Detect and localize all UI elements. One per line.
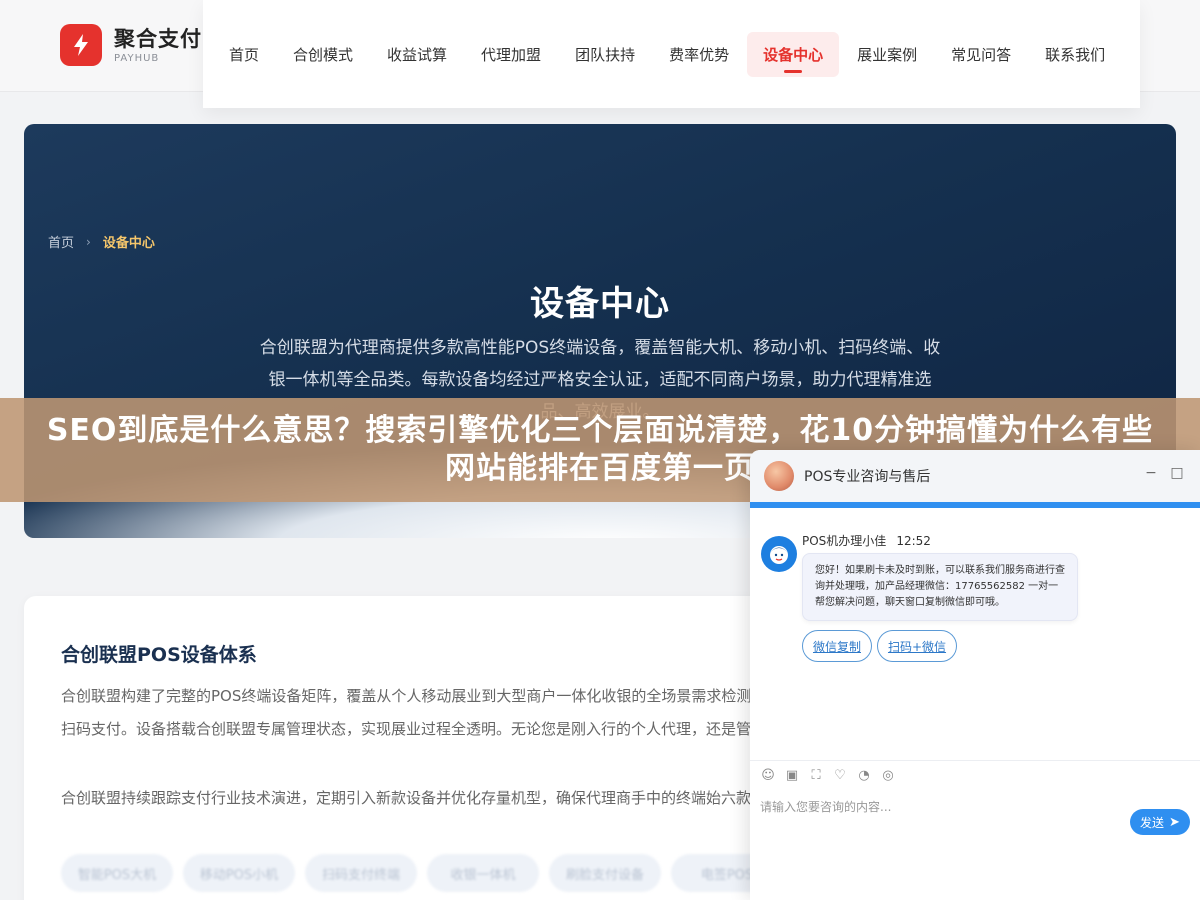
chat-header[interactable]: POS专业咨询与售后 − □ [750, 450, 1200, 502]
agent-name: POS机办理小佳 [802, 534, 887, 548]
quick-reply-copy-wechat[interactable]: 微信复制 [802, 630, 872, 662]
device-tag[interactable]: 扫码支付终端 [305, 854, 417, 892]
breadcrumb-separator-icon: › [86, 234, 91, 249]
emoji-icon[interactable]: ☺ [760, 768, 776, 784]
minimize-icon[interactable]: − [1142, 464, 1160, 482]
message-meta: POS机办理小佳 12:52 [802, 532, 931, 549]
breadcrumb-home-link[interactable]: 首页 [48, 232, 74, 251]
nav-item-contact[interactable]: 联系我们 [1029, 32, 1121, 77]
chat-widget: POS专业咨询与售后 − □ POS机办理小佳 12:52 您好！如果刷卡未及时到… [750, 450, 1200, 900]
screenshot-icon[interactable]: ⛶ [808, 768, 824, 784]
send-label: 发送 [1140, 815, 1165, 830]
nav-item-team-support[interactable]: 团队扶持 [559, 32, 651, 77]
maximize-icon[interactable]: □ [1168, 464, 1186, 482]
lightning-icon [60, 24, 102, 66]
section-title: 合创联盟POS设备体系 [61, 644, 257, 666]
breadcrumb-current: 设备中心 [102, 236, 155, 251]
agent-avatar-icon [761, 536, 797, 572]
nav-item-earnings-calculator[interactable]: 收益试算 [371, 32, 463, 77]
device-tag[interactable]: 刷脸支付设备 [549, 854, 661, 892]
breadcrumb: 首页 › 设备中心 [48, 232, 155, 252]
nav-item-home[interactable]: 首页 [213, 32, 275, 77]
nav-item-cooperation-model[interactable]: 合创模式 [277, 32, 369, 77]
evaluate-icon[interactable]: ♡ [832, 768, 848, 784]
brand-name: 聚合支付 [114, 26, 202, 51]
nav-item-device-center[interactable]: 设备中心 [747, 31, 840, 77]
nav-item-faq[interactable]: 常见问答 [935, 32, 1027, 77]
nav-item-cases[interactable]: 展业案例 [841, 32, 933, 77]
message-bubble: 您好！如果刷卡未及时到账，可以联系我们服务商进行查询并处理哦，加产品经理微信：1… [802, 553, 1078, 621]
chat-avatar [764, 461, 794, 491]
device-tag-list: 智能POS大机 移动POS小机 扫码支付终端 收银一体机 刷脸支付设备 电签PO… [61, 854, 793, 892]
send-arrow-icon: ➤ [1169, 814, 1180, 830]
chat-accent-bar [750, 502, 1200, 508]
brand-logo[interactable]: 聚合支付 PAYHUB [60, 24, 202, 66]
device-tag[interactable]: 收银一体机 [427, 854, 539, 892]
device-tag[interactable]: 智能POS大机 [61, 854, 173, 892]
send-button[interactable]: 发送 ➤ [1130, 809, 1190, 835]
chat-toolbar: ☺ ▣ ⛶ ♡ ◔ ◎ [760, 768, 904, 784]
chat-bubble-icon[interactable]: ◎ [880, 768, 896, 784]
chat-divider [750, 760, 1200, 761]
chat-title: POS专业咨询与售后 [804, 469, 931, 485]
image-icon[interactable]: ▣ [784, 768, 800, 784]
chat-message-input[interactable] [760, 800, 1120, 814]
nav-item-agent-join[interactable]: 代理加盟 [465, 32, 557, 77]
main-nav: 首页 合创模式 收益试算 代理加盟 团队扶持 费率优势 设备中心 展业案例 常见… [203, 0, 1140, 108]
message-time: 12:52 [896, 534, 931, 548]
voice-icon[interactable]: ◔ [856, 768, 872, 784]
device-tag[interactable]: 移动POS小机 [183, 854, 295, 892]
brand-subtitle: PAYHUB [114, 52, 160, 64]
nav-item-rate-advantage[interactable]: 费率优势 [653, 32, 745, 77]
quick-reply-scan-wechat[interactable]: 扫码+微信 [877, 630, 957, 662]
page-title: 设备中心 [530, 284, 670, 324]
